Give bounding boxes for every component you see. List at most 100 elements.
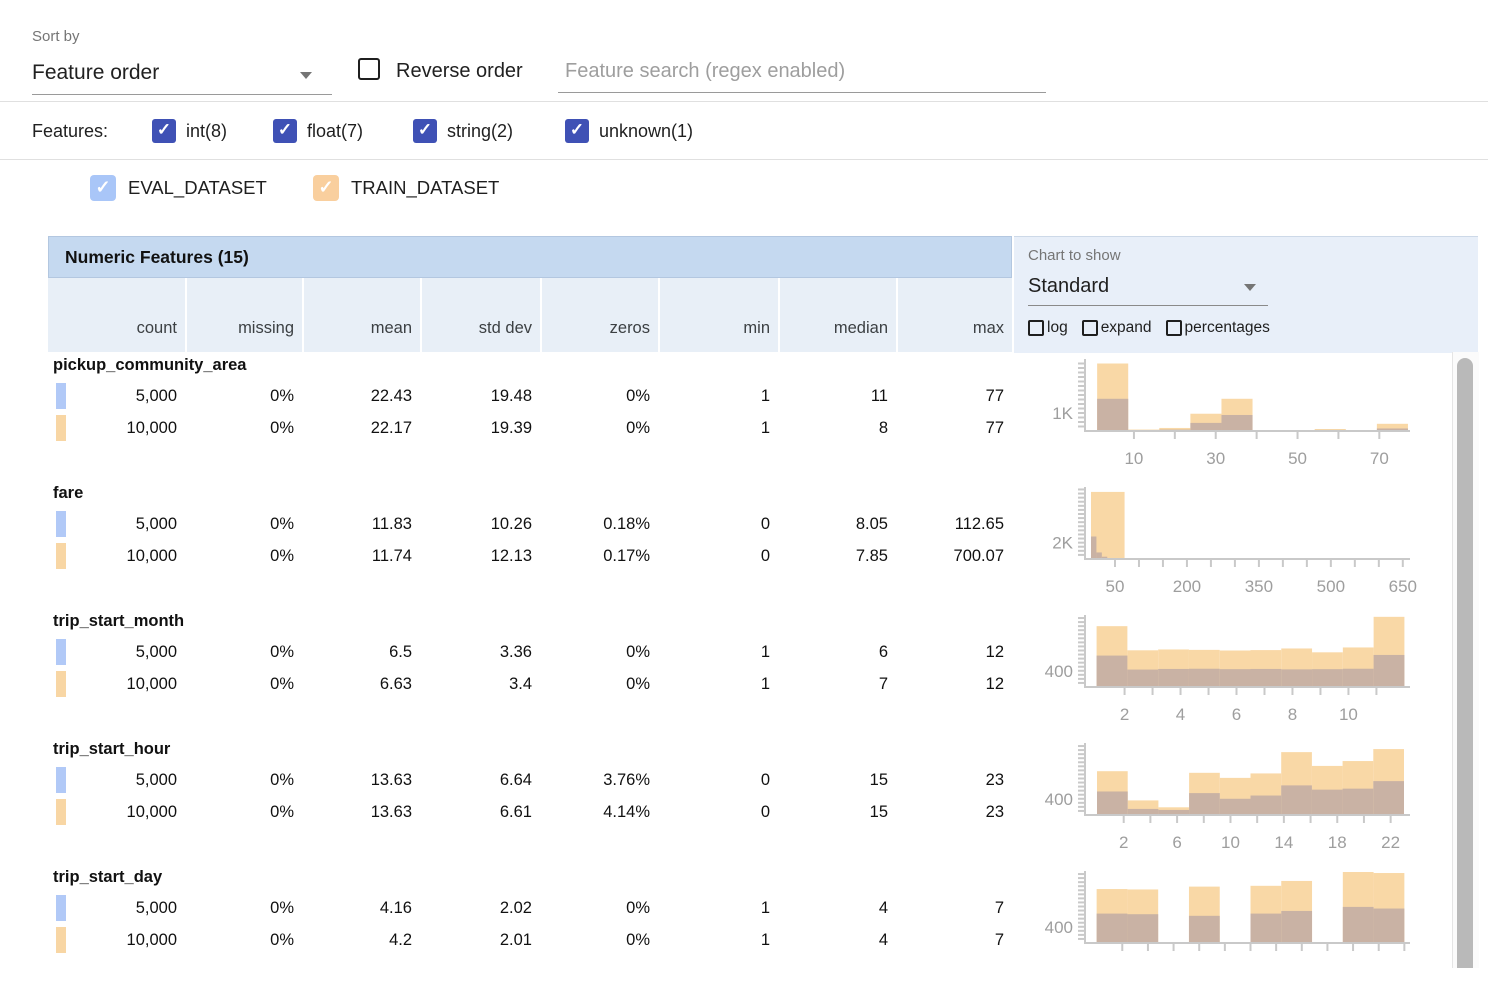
dataset-checkbox[interactable]: ✓	[313, 175, 339, 201]
sort-order-dropdown[interactable]: Feature order	[32, 56, 332, 95]
stats-row: 10,0000%13.636.614.14%01523	[48, 799, 1012, 826]
stat-std-dev: 2.01	[420, 927, 540, 954]
stat-min: 1	[658, 671, 778, 698]
stat-max: 7	[896, 927, 1012, 954]
reverse-order-checkbox[interactable]	[358, 58, 380, 80]
stat-std-dev: 19.48	[420, 383, 540, 410]
checkbox-checked-icon[interactable]: ✓	[273, 119, 297, 143]
axis-tick-label: 400	[1045, 918, 1073, 937]
chart-controls-panel: Chart to show Standard log expand percenta…	[1014, 236, 1478, 353]
axis-tick-label: 6	[1232, 705, 1241, 724]
feature-name: trip_start_day	[53, 868, 162, 887]
feature-type-label: int(8)	[186, 121, 227, 142]
stat-count: 5,000	[48, 639, 185, 666]
stat-zeros: 0%	[540, 927, 658, 954]
stat-max: 23	[896, 799, 1012, 826]
percentages-label: percentages	[1185, 319, 1270, 337]
feature-type-filter-int: ✓ int(8)	[152, 119, 227, 143]
percentages-checkbox[interactable]	[1166, 320, 1182, 336]
stat-std-dev: 10.26	[420, 511, 540, 538]
stat-zeros: 3.76%	[540, 767, 658, 794]
histogram-fare: 2K50200350500650	[1015, 480, 1450, 608]
expand-label: expand	[1101, 319, 1152, 337]
chart-to-show-label: Chart to show	[1028, 247, 1121, 264]
histogram-trip_start_hour: 4002610141822	[1015, 736, 1450, 864]
stat-median: 7.85	[778, 543, 896, 570]
stat-std-dev: 12.13	[420, 543, 540, 570]
stats-row: 10,0000%6.633.40%1712	[48, 671, 1012, 698]
histogram-trip_start_day: 400	[1015, 864, 1450, 992]
feature-name: trip_start_hour	[53, 740, 170, 759]
checkbox-checked-icon[interactable]: ✓	[152, 119, 176, 143]
chevron-down-icon	[300, 72, 312, 79]
axis-tick-label: 2	[1119, 833, 1128, 852]
histogram-trip_start_month: 400246810	[1015, 608, 1450, 736]
check-icon: ✓	[313, 174, 339, 200]
stat-count: 10,000	[48, 415, 185, 442]
stat-mean: 6.63	[302, 671, 420, 698]
stat-missing: 0%	[185, 671, 302, 698]
expand-checkbox[interactable]	[1082, 320, 1098, 336]
log-label: log	[1047, 319, 1068, 337]
feature-type-filter-float: ✓float(7)	[273, 119, 363, 143]
stat-max: 12	[896, 639, 1012, 666]
dataset-checkbox[interactable]: ✓	[90, 175, 116, 201]
axis-tick-label: 2K	[1052, 534, 1073, 553]
stat-median: 11	[778, 383, 896, 410]
axis-tick-label: 1K	[1052, 404, 1073, 423]
stat-max: 23	[896, 767, 1012, 794]
axis-tick-label: 10	[1124, 449, 1143, 468]
axis-tick-label: 14	[1274, 833, 1293, 852]
stat-min: 0	[658, 511, 778, 538]
stat-mean: 4.2	[302, 927, 420, 954]
chart-type-value: Standard	[1028, 269, 1268, 303]
dataset-toggle-train_dataset: ✓TRAIN_DATASET	[313, 175, 499, 201]
feature-block-fare: fare5,0000%11.8310.260.18%08.05112.6510,…	[48, 480, 1012, 608]
feature-type-label: unknown(1)	[599, 121, 693, 142]
chart-type-dropdown[interactable]: Standard	[1028, 269, 1268, 306]
stat-mean: 22.17	[302, 415, 420, 442]
stat-max: 112.65	[896, 511, 1012, 538]
stat-mean: 11.74	[302, 543, 420, 570]
axis-tick-label: 50	[1288, 449, 1307, 468]
stat-missing: 0%	[185, 511, 302, 538]
axis-tick-label: 2	[1120, 705, 1129, 724]
stat-median: 15	[778, 767, 896, 794]
divider	[0, 101, 1488, 102]
stat-zeros: 0.17%	[540, 543, 658, 570]
divider	[0, 159, 1488, 160]
feature-search-input[interactable]: Feature search (regex enabled)	[558, 52, 1046, 93]
scrollbar-track[interactable]	[1452, 352, 1479, 968]
axis-tick-label: 18	[1328, 833, 1347, 852]
checkbox-checked-icon[interactable]: ✓	[413, 119, 437, 143]
chevron-down-icon	[1244, 284, 1256, 291]
axis-tick-label: 350	[1245, 577, 1273, 596]
check-icon: ✓	[273, 118, 297, 142]
stat-missing: 0%	[185, 639, 302, 666]
stat-mean: 6.5	[302, 639, 420, 666]
stats-row: 10,0000%4.22.010%147	[48, 927, 1012, 954]
scrollbar-thumb[interactable]	[1457, 358, 1473, 968]
stats-row: 5,0000%6.53.360%1612	[48, 639, 1012, 666]
stat-zeros: 0%	[540, 671, 658, 698]
stats-row: 5,0000%13.636.643.76%01523	[48, 767, 1012, 794]
stat-min: 1	[658, 415, 778, 442]
feature-block-pickup_community_area: pickup_community_area5,0000%22.4319.480%…	[48, 352, 1012, 480]
stat-max: 700.07	[896, 543, 1012, 570]
column-header-missing: missing	[185, 278, 302, 352]
column-header-max: max	[896, 278, 1012, 352]
log-checkbox[interactable]	[1028, 320, 1044, 336]
feature-name: pickup_community_area	[53, 356, 247, 375]
stat-count: 10,000	[48, 799, 185, 826]
axis-tick-label: 650	[1389, 577, 1417, 596]
stat-missing: 0%	[185, 895, 302, 922]
axis-tick-label: 10	[1339, 705, 1358, 724]
column-header-median: median	[778, 278, 896, 352]
stat-min: 1	[658, 927, 778, 954]
stat-zeros: 0%	[540, 639, 658, 666]
checkbox-checked-icon[interactable]: ✓	[565, 119, 589, 143]
stat-median: 7	[778, 671, 896, 698]
axis-tick-label: 50	[1106, 577, 1125, 596]
stat-max: 12	[896, 671, 1012, 698]
column-header-zeros: zeros	[540, 278, 658, 352]
